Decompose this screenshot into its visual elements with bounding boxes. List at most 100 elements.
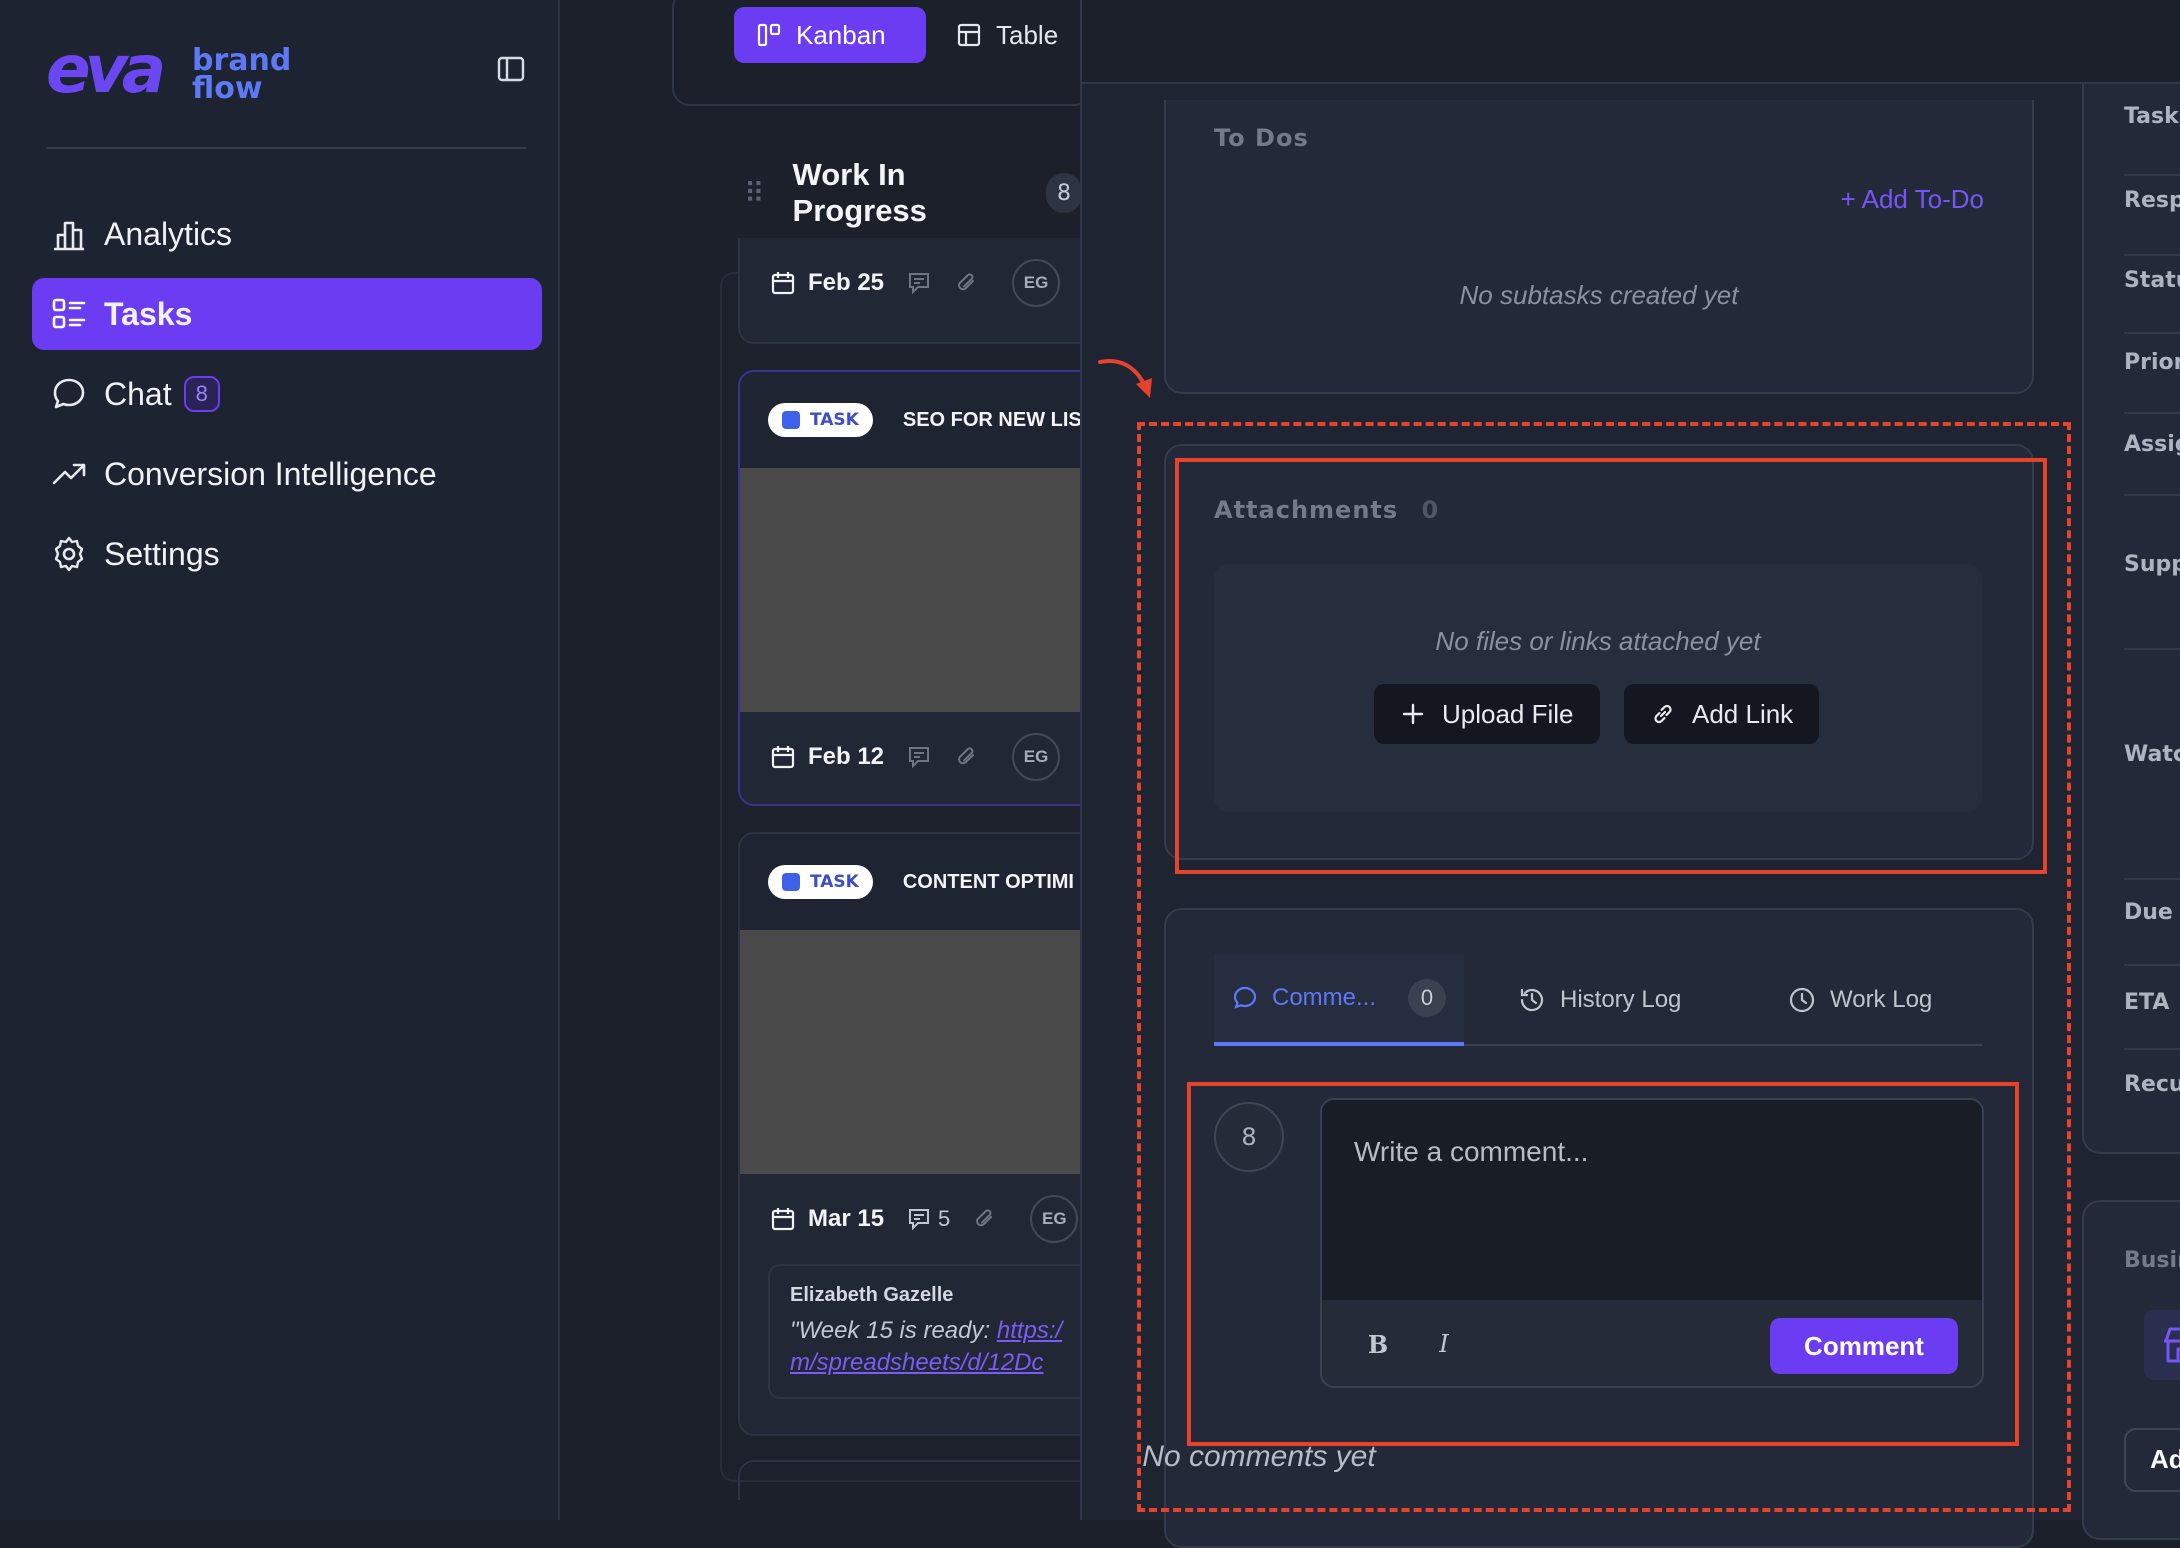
calendar-icon — [770, 1206, 796, 1232]
property-status: Statu — [2124, 268, 2180, 293]
sidebar-item-label: Analytics — [104, 215, 233, 252]
bar-chart-icon — [50, 215, 88, 253]
todos-section: To Dos + Add To-Do No subtasks created y… — [1164, 100, 2034, 394]
property-responsible: Respo — [2124, 188, 2180, 213]
kanban-view-label: Kanban — [796, 19, 886, 50]
business-section: Busin Ad — [2082, 1200, 2180, 1540]
annotation-comment-box — [1187, 1082, 2019, 1446]
card-meta: Feb 12 EG — [740, 712, 1136, 802]
chat-bubble-icon — [50, 375, 88, 413]
property-divider — [2124, 412, 2180, 414]
card-title: SEO FOR NEW LIST — [902, 408, 1094, 431]
card-date: Feb 12 — [808, 743, 885, 770]
comment-author: Elizabeth Gazelle — [790, 1284, 954, 1306]
latest-comment-preview[interactable]: Elizabeth Gazelle "Week 15 is ready: htt… — [768, 1264, 1110, 1399]
task-properties: Task Respo Statu Priori Assig Supp Watc … — [2082, 84, 2180, 1154]
comment-text: "Week 15 is ready: https:/ — [790, 1315, 1088, 1347]
property-divider — [2124, 332, 2180, 334]
comment-link[interactable]: https:/ — [997, 1317, 1062, 1344]
card-date: Feb 25 — [808, 269, 885, 296]
todos-empty-message: No subtasks created yet — [1459, 280, 1739, 310]
sidebar-item-settings[interactable]: Settings — [32, 518, 542, 590]
property-priority: Priori — [2124, 350, 2180, 375]
property-divider — [2124, 174, 2180, 176]
task-tag: TASK — [768, 865, 873, 899]
kanban-board: Kanban Table ⠿ Work In Progress 8 Feb 25… — [562, 0, 1138, 1520]
drag-handle-icon[interactable]: ⠿ — [744, 177, 764, 210]
brand-logo[interactable]: eva brand flow — [46, 31, 291, 108]
property-divider — [2124, 878, 2180, 880]
sidebar-item-conversion-intelligence[interactable]: Conversion Intelligence — [32, 438, 542, 510]
task-card[interactable]: TASK CONTENT OPTIMI Mar 15 5 EG Elizabet… — [738, 832, 1138, 1436]
calendar-icon — [770, 744, 796, 770]
card-date: Mar 15 — [808, 1205, 885, 1232]
property-due-date: Due D — [2124, 900, 2180, 925]
kanban-icon — [756, 22, 782, 48]
task-card[interactable]: TASK SEO FOR NEW LIST Feb 12 EG — [738, 370, 1138, 806]
property-supporters: Supp — [2124, 552, 2180, 577]
card-meta: Mar 15 5 EG — [740, 1174, 1136, 1264]
assignee-avatar[interactable]: EG — [1012, 733, 1061, 781]
property-divider — [2124, 1048, 2180, 1050]
sidebar-item-tasks[interactable]: Tasks — [32, 278, 542, 350]
card-header: TASK CONTENT OPTIMI — [740, 834, 1136, 930]
column-title: Work In Progress — [792, 157, 927, 228]
comment-icon[interactable] — [906, 1206, 932, 1232]
property-divider — [2124, 964, 2180, 966]
comment-icon[interactable] — [906, 270, 932, 296]
card-header: TASK SEO FOR NEW LIST — [740, 372, 1136, 468]
sidebar-item-analytics[interactable]: Analytics — [32, 198, 542, 270]
comment-link[interactable]: m/spreadsheets/d/12Dc — [790, 1349, 1043, 1376]
annotation-arrow-icon — [1098, 359, 1152, 398]
table-view-button[interactable]: Table — [956, 7, 1058, 63]
card-title: CONTENT OPTIMI — [902, 870, 1074, 893]
todos-title: To Dos — [1214, 124, 1309, 152]
business-title: Busin — [2124, 1248, 2180, 1273]
task-tag: TASK — [768, 403, 873, 437]
property-recurrence: Recur — [2124, 1072, 2180, 1097]
add-business-button[interactable]: Ad — [2124, 1428, 2180, 1492]
card-meta: Feb 25 EG — [740, 238, 1136, 328]
assignee-avatar[interactable]: EG — [1030, 1195, 1079, 1243]
annotation-attachments-box — [1175, 458, 2047, 874]
assignee-avatar[interactable]: EG — [1012, 259, 1061, 307]
paperclip-icon[interactable] — [972, 1206, 998, 1232]
task-list-icon — [50, 295, 88, 333]
task-tag-label: TASK — [810, 872, 859, 892]
sidebar-nav: Analytics Tasks Chat 8 Conversion Intell… — [32, 198, 542, 598]
card-cover-image — [740, 930, 1136, 1174]
sidebar-item-label: Tasks — [104, 295, 193, 332]
logo-word-flow: flow — [192, 71, 263, 106]
task-card[interactable]: Feb 25 EG — [738, 238, 1138, 344]
sidebar: eva brand flow Analytics Tasks Chat 8 Co… — [0, 0, 560, 1520]
task-tag-label: TASK — [810, 410, 859, 430]
comment-icon[interactable] — [906, 744, 932, 770]
trend-up-icon — [50, 455, 88, 493]
property-eta: ETA — [2124, 990, 2170, 1015]
table-icon — [956, 22, 982, 48]
store-icon[interactable] — [2144, 1310, 2180, 1380]
kanban-view-button[interactable]: Kanban — [734, 7, 926, 63]
property-divider — [2124, 494, 2180, 496]
logo-mark: eva — [46, 31, 166, 108]
sidebar-item-label: Conversion Intelligence — [104, 455, 437, 492]
check-icon — [782, 873, 800, 891]
panel-header — [1082, 0, 2180, 84]
sidebar-item-label: Settings — [104, 535, 220, 572]
calendar-icon — [770, 270, 796, 296]
sidebar-divider — [46, 147, 526, 149]
paperclip-icon[interactable] — [954, 270, 980, 296]
paperclip-icon[interactable] — [954, 744, 980, 770]
table-view-label: Table — [996, 19, 1059, 50]
gear-icon — [50, 535, 88, 573]
comment-count: 5 — [938, 1206, 951, 1231]
check-icon — [782, 411, 800, 429]
sidebar-item-chat[interactable]: Chat 8 — [32, 358, 542, 430]
property-divider — [2124, 254, 2180, 256]
property-task: Task — [2124, 104, 2179, 129]
add-todo-button[interactable]: + Add To-Do — [1841, 184, 1984, 215]
column-header: ⠿ Work In Progress 8 — [744, 157, 1082, 228]
property-divider — [2124, 648, 2180, 650]
comment-text: m/spreadsheets/d/12Dc — [790, 1347, 1088, 1379]
sidebar-toggle-icon[interactable] — [496, 54, 526, 84]
